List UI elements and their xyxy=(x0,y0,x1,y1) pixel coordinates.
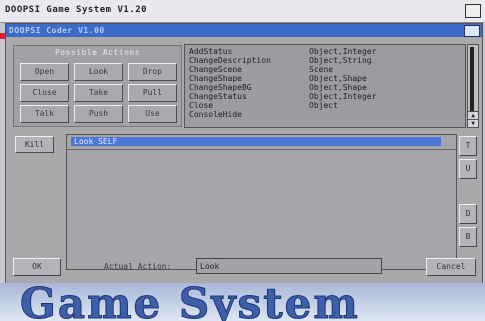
action-drop-button[interactable]: Drop xyxy=(128,63,177,81)
action-pull-button[interactable]: Pull xyxy=(128,84,177,102)
scroll-down-icon[interactable]: ▼ xyxy=(468,119,478,127)
scroll-up-icon[interactable]: ▲ xyxy=(468,111,478,119)
window-title-bar[interactable]: DOOPSI Coder V1.00 xyxy=(6,24,482,37)
action-look-button[interactable]: Look xyxy=(74,63,123,81)
command-name: ChangeShapeBG xyxy=(189,83,252,92)
command-name: ConsoleHide xyxy=(189,110,242,119)
possible-actions-title: Possible Actions xyxy=(54,48,141,57)
action-open-button[interactable]: Open xyxy=(20,63,69,81)
command-args: Object,Integer xyxy=(309,92,377,101)
up-button[interactable]: U xyxy=(459,159,477,179)
command-item[interactable]: Close Object xyxy=(189,101,461,110)
ok-button[interactable]: OK xyxy=(13,258,61,276)
scroll-thumb[interactable] xyxy=(470,47,474,111)
command-args: Object,Shape xyxy=(309,74,367,83)
top-button[interactable]: T xyxy=(459,136,477,156)
command-name: Close xyxy=(189,101,214,110)
command-args: Scene xyxy=(309,65,334,74)
command-item[interactable]: ChangeDescription Object,String xyxy=(189,56,461,65)
action-close-button[interactable]: Close xyxy=(20,84,69,102)
script-divider xyxy=(67,149,456,150)
command-list[interactable]: AddStatus Object,Integer ChangeDescriptio… xyxy=(184,44,466,128)
command-item[interactable]: AddStatus Object,Integer xyxy=(189,47,461,56)
action-talk-button[interactable]: Talk xyxy=(20,105,69,123)
actual-action-input[interactable]: Look xyxy=(196,258,382,274)
action-bar: OK Actual Action: Look Cancel xyxy=(6,252,482,284)
command-name: AddStatus xyxy=(189,47,233,56)
action-use-button[interactable]: Use xyxy=(128,105,177,123)
command-item[interactable]: ChangeShape Object,Shape xyxy=(189,74,461,83)
command-args: Object xyxy=(309,101,338,110)
command-item[interactable]: ChangeScene Scene xyxy=(189,65,461,74)
screen-title: DOOPSI Game System V1.20 xyxy=(5,5,148,15)
command-name: ChangeStatus xyxy=(189,92,247,101)
possible-actions-panel: Possible Actions Open Look Drop Close Ta… xyxy=(13,45,182,127)
command-name: ChangeDescription xyxy=(189,56,271,65)
command-item[interactable]: ConsoleHide xyxy=(189,110,461,119)
command-name: ChangeScene xyxy=(189,65,242,74)
action-push-button[interactable]: Push xyxy=(74,105,123,123)
command-name: ChangeShape xyxy=(189,74,242,83)
window-depth-icon[interactable] xyxy=(464,25,480,37)
script-editor[interactable]: Look SELF xyxy=(66,134,457,270)
command-args: Object,String xyxy=(309,56,372,65)
actual-action-label: Actual Action: xyxy=(104,262,172,271)
logo-text: Game System xyxy=(20,283,360,321)
kill-button[interactable]: Kill xyxy=(15,136,54,153)
command-args: Object,Integer xyxy=(309,47,377,56)
command-scrollbar[interactable]: ▲ ▼ xyxy=(467,44,479,128)
bottom-button[interactable]: B xyxy=(459,227,477,247)
game-system-logo: Game System xyxy=(0,283,485,321)
coder-window: DOOPSI Coder V1.00 Possible Actions Open… xyxy=(5,23,483,285)
command-args: Object,Shape xyxy=(309,83,367,92)
down-button[interactable]: D xyxy=(459,204,477,224)
screen-title-bar[interactable]: DOOPSI Game System V1.20 xyxy=(0,0,485,23)
command-item[interactable]: ChangeShapeBG Object,Shape xyxy=(189,83,461,92)
screen-depth-icon[interactable] xyxy=(465,4,481,18)
action-take-button[interactable]: Take xyxy=(74,84,123,102)
window-title: DOOPSI Coder V1.00 xyxy=(9,26,105,35)
command-item[interactable]: ChangeStatus Object,Integer xyxy=(189,92,461,101)
script-line-selected[interactable]: Look SELF xyxy=(71,137,441,146)
cancel-button[interactable]: Cancel xyxy=(426,258,476,276)
